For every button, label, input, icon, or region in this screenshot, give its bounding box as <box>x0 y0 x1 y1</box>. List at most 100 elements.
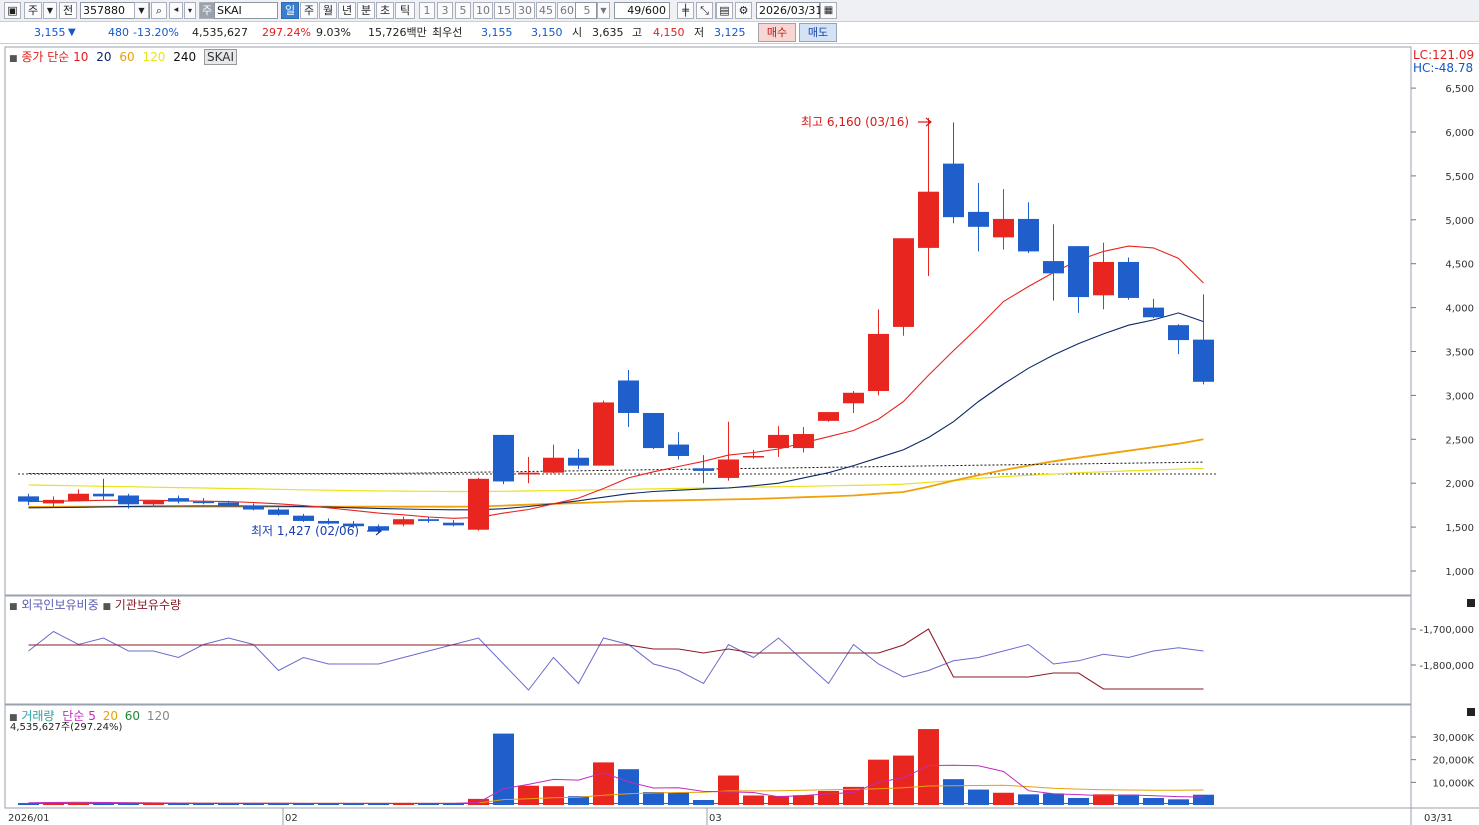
calendar-icon[interactable]: ▦ <box>820 2 837 19</box>
period-day[interactable]: 일 <box>281 2 299 19</box>
volume-bar <box>1168 799 1189 805</box>
volume-bar <box>893 755 914 805</box>
candle-body <box>393 519 414 525</box>
legend-ma-prefix: 종가 단순 <box>21 50 70 64</box>
sell-button[interactable]: 매도 <box>799 23 837 42</box>
high-label: 고 <box>632 26 643 39</box>
volume-tick-label: 10,000K <box>1432 778 1474 789</box>
volume-bar <box>493 733 514 805</box>
candle-body <box>1168 325 1189 341</box>
candle-body <box>518 472 539 475</box>
chart-area[interactable]: 6,500 6,000 5,500 5,000 4,500 4,000 3,500 3,000… <box>0 45 1479 825</box>
toolbar: ▣ 주 ▼ 전 357880 ▼ ⌕ ◂ ▾ 주 SKAI 일 주 월 년 분 … <box>0 0 1479 22</box>
candle-body <box>943 163 964 218</box>
candle-body <box>568 457 589 466</box>
date-input[interactable]: 2026/03/31 <box>756 2 822 19</box>
volume-y-axis: 30,000K 20,000K 10,000K <box>1411 733 1474 789</box>
price-tick-label: 5,000 <box>1445 216 1474 227</box>
candle-body <box>268 509 289 515</box>
interval-10[interactable]: 10 <box>473 2 493 19</box>
legend-inst: 기관보유수량 <box>114 598 182 612</box>
interval-dropdown-icon[interactable]: ▼ <box>597 2 610 19</box>
interval-5[interactable]: 5 <box>455 2 471 19</box>
candle-body <box>1068 246 1089 298</box>
window-icon[interactable]: ▣ <box>4 2 21 19</box>
period-week[interactable]: 주 <box>300 2 318 19</box>
candle-body <box>1043 261 1064 274</box>
stock-chart[interactable]: 6,500 6,000 5,500 5,000 4,500 4,000 3,500 3,000… <box>0 45 1479 825</box>
volume-current: 4,535,627주(297.24%) <box>10 722 123 733</box>
volume-bar <box>543 786 564 805</box>
price-tick-label: 3,000 <box>1445 391 1474 402</box>
legend-square-icon: ■ <box>9 54 18 64</box>
candle-body <box>418 519 439 521</box>
interval-30[interactable]: 30 <box>515 2 535 19</box>
volume-tick-label: 30,000K <box>1432 733 1474 744</box>
volume-pct: 297.24% <box>262 26 311 39</box>
candle-body <box>993 218 1014 238</box>
candle-body <box>193 501 214 504</box>
trade-amount: 15,726백만 <box>368 26 427 39</box>
price-tick-label: 3,500 <box>1445 348 1474 359</box>
search-icon[interactable]: ⌕ <box>151 2 167 19</box>
candle-body <box>43 499 64 504</box>
candle-body <box>68 493 89 501</box>
next-dropdown-icon[interactable]: ▾ <box>184 2 196 19</box>
x-label-last: 03/31 <box>1424 813 1453 824</box>
x-label-jan: 2026/01 <box>8 813 50 824</box>
legend-foreign: 외국인보유비중 <box>21 598 99 612</box>
legend-ma10: 10 <box>73 50 89 64</box>
price-y-axis: 6,500 6,000 5,500 5,000 4,500 4,000 3,500 3,000… <box>1411 84 1474 578</box>
candle-body <box>243 506 264 510</box>
count-field[interactable]: 49/600 <box>614 2 670 19</box>
best-bid: 3,150 <box>531 26 563 39</box>
candle-body <box>18 496 39 502</box>
period-minute[interactable]: 분 <box>357 2 375 19</box>
candle-body <box>168 498 189 502</box>
code-dropdown-icon[interactable]: ▼ <box>134 2 149 19</box>
x-label-feb: 02 <box>285 813 298 824</box>
gear-icon[interactable]: ⚙ <box>735 2 752 19</box>
price-legend[interactable]: ■ 종가 단순 10 20 60 120 240 SKAI <box>9 49 237 66</box>
legend-ma240: 240 <box>173 50 197 64</box>
period-year[interactable]: 년 <box>338 2 356 19</box>
candle-body <box>743 455 764 458</box>
type-select[interactable]: 전 <box>59 2 77 19</box>
legend-ma20: 20 <box>96 50 112 64</box>
candle-body <box>443 522 464 526</box>
holding-legend[interactable]: ■ 외국인보유비중 ■ 기관보유수량 <box>9 598 181 614</box>
max-note: 최고 6,160 (03/16) <box>801 115 909 129</box>
candle-body <box>1118 261 1139 298</box>
price-tick-label: 2,000 <box>1445 479 1474 490</box>
drawing-tool-icon[interactable]: ⤡ <box>696 2 713 19</box>
interval-1[interactable]: 1 <box>419 2 435 19</box>
period-second[interactable]: 초 <box>376 2 394 19</box>
turnover-pct: 9.03% <box>316 26 351 39</box>
volume-bar <box>943 779 964 805</box>
prev-icon[interactable]: ◂ <box>169 2 183 19</box>
interval-input[interactable]: 5 <box>575 2 597 19</box>
buy-button[interactable]: 매수 <box>758 23 796 42</box>
period-tick[interactable]: 틱 <box>395 2 415 19</box>
candle-body <box>93 493 114 497</box>
chart-style-icon[interactable]: ╪ <box>677 2 694 19</box>
candle-body <box>618 380 639 413</box>
lc-label: LC:121.09 <box>1413 48 1475 62</box>
candle-body <box>718 459 739 478</box>
save-icon[interactable]: ▤ <box>716 2 733 19</box>
market-select[interactable]: 주 <box>24 2 42 19</box>
volume-bar <box>718 775 739 805</box>
interval-60[interactable]: 60 <box>557 2 577 19</box>
low-label: 저 <box>694 26 705 39</box>
period-month[interactable]: 월 <box>319 2 337 19</box>
x-label-mar: 03 <box>709 813 722 824</box>
interval-45[interactable]: 45 <box>536 2 556 19</box>
interval-15[interactable]: 15 <box>494 2 514 19</box>
candle-body <box>143 500 164 505</box>
chevron-down-icon[interactable]: ▼ <box>43 2 57 19</box>
interval-3[interactable]: 3 <box>437 2 453 19</box>
price-tick-label: 6,000 <box>1445 128 1474 139</box>
candle-body <box>1093 261 1114 296</box>
quote-bar: 3,155 ▼ 480 -13.20% 4,535,627 297.24% 9.… <box>0 22 1479 44</box>
price-tick-label: 1,500 <box>1445 523 1474 534</box>
